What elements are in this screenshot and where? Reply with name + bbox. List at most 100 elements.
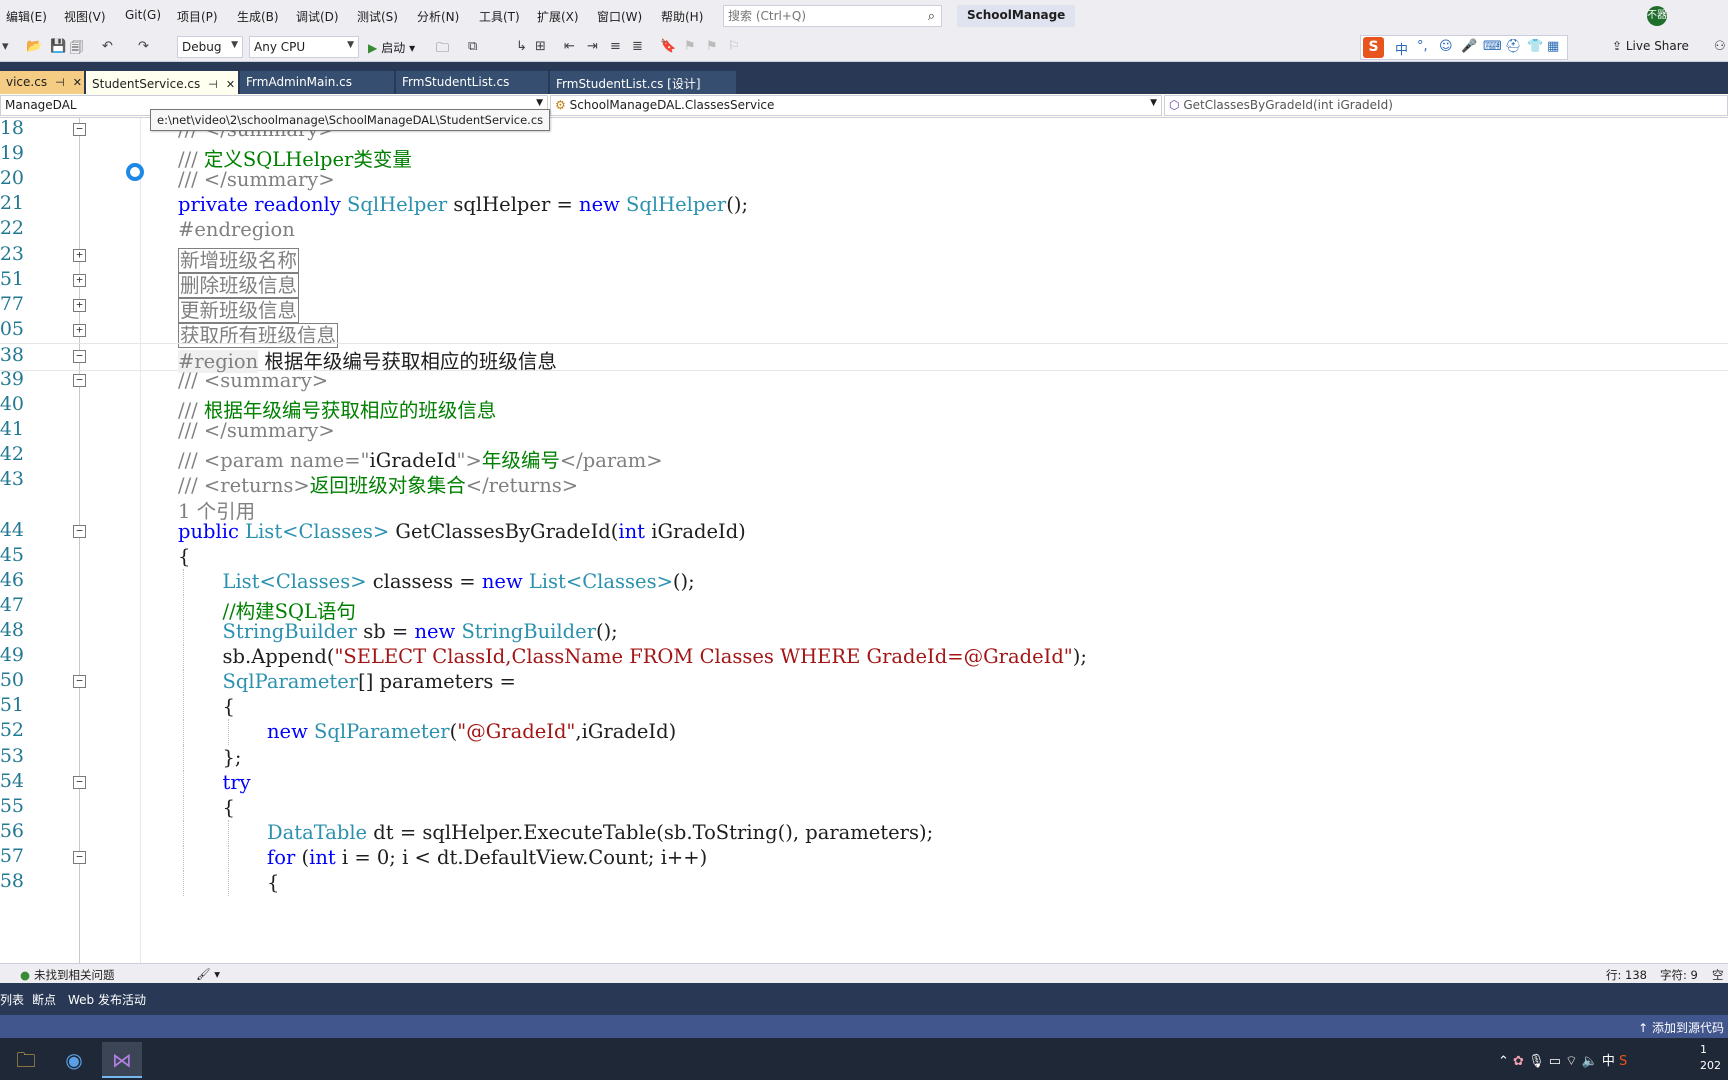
collapse-icon[interactable]: − <box>73 374 86 387</box>
feedback-icon[interactable]: ⚇ <box>1714 39 1726 54</box>
code-line[interactable]: 55 { <box>0 794 1728 823</box>
code-line[interactable]: 20 /// </summary> <box>0 167 1728 195</box>
tab-student-service[interactable]: StudentService.cs ⊣ ✕ <box>86 71 238 94</box>
solution-explorer-icon[interactable]: ⊞ <box>535 39 546 54</box>
volume-icon[interactable]: 🔈 <box>1582 1054 1598 1069</box>
visual-studio-icon[interactable]: ⋈ <box>102 1042 142 1078</box>
sogou-logo-icon[interactable]: S <box>1363 37 1384 58</box>
ime-menu-icon[interactable]: ▦ <box>1547 39 1559 54</box>
add-to-source-control-button[interactable]: ↑ 添加到源代码 <box>1638 1019 1724 1036</box>
ime-skin-icon[interactable]: 👕 <box>1527 39 1543 54</box>
code-line[interactable]: 56 DataTable dt = sqlHelper.ExecuteTable(… <box>0 819 1728 848</box>
screenshot-icon[interactable]: ⧉ <box>468 39 477 54</box>
code-line[interactable]: 43/// <returns>返回班级对象集合</returns> <box>0 468 1728 497</box>
pin-icon[interactable]: ⊣ <box>208 78 218 91</box>
save-icon[interactable]: 💾 <box>50 39 66 54</box>
ime-emoji-icon[interactable]: ☺ <box>1439 39 1453 54</box>
undo-icon[interactable]: ↶ <box>102 39 113 54</box>
bookmark-icon[interactable]: 🔖 <box>660 39 676 54</box>
ime-punct-icon[interactable]: °, <box>1417 39 1428 54</box>
clear-bookmarks-icon[interactable]: ⚐ <box>728 39 740 54</box>
configuration-select[interactable]: Debug ▼ <box>177 36 243 58</box>
wifi-icon[interactable]: ⌔ <box>1565 1054 1577 1069</box>
code-line[interactable]: 39 − /// <summary> <box>0 368 1728 396</box>
menu-window[interactable]: 窗口(W) <box>597 8 642 25</box>
collapse-icon[interactable]: − <box>73 675 86 689</box>
code-line[interactable]: 57 − for (int i = 0; i < dt.DefaultView.Co… <box>0 844 1728 873</box>
close-icon[interactable]: ✕ <box>73 76 82 89</box>
collapse-icon[interactable]: − <box>73 123 86 136</box>
menu-help[interactable]: 帮助(H) <box>661 8 703 25</box>
code-line[interactable]: 1 个引用 <box>0 494 1728 523</box>
code-line[interactable]: 19/// 定义SQLHelper类变量 <box>0 142 1728 171</box>
ime-voice-icon[interactable]: 🎤 <box>1461 39 1477 54</box>
code-line[interactable]: 77 + 更新班级信息 <box>0 293 1728 323</box>
menu-project[interactable]: 项目(P) <box>177 8 218 25</box>
code-line[interactable]: 41 /// </summary> <box>0 418 1728 446</box>
indent-icon[interactable]: ⇥ <box>587 39 598 54</box>
start-button[interactable]: ▶ 启动 ▾ <box>368 39 415 56</box>
code-editor[interactable]: 18−/// </summary>19/// 定义SQLHelper类变量20/… <box>0 118 1728 963</box>
code-line[interactable]: 48 StringBuilder sb = new StringBuilder()… <box>0 619 1728 647</box>
pin-icon[interactable]: ⊣ <box>55 76 65 89</box>
outdent-icon[interactable]: ⇤ <box>564 39 575 54</box>
menu-debug[interactable]: 调试(D) <box>296 8 339 25</box>
menu-view[interactable]: 视图(V) <box>64 8 106 25</box>
search-icon[interactable]: ⌕ <box>928 9 935 24</box>
tab-web-publish[interactable]: Web 发布活动 <box>68 991 146 1008</box>
menu-tools[interactable]: 工具(T) <box>479 8 520 25</box>
code-line[interactable]: 22 #endregion <box>0 217 1728 245</box>
expand-icon[interactable]: + <box>73 298 86 312</box>
tab-error-list[interactable]: 列表 <box>0 991 24 1008</box>
microphone-icon[interactable]: 🎙 <box>1528 1054 1545 1069</box>
menu-test[interactable]: 测试(S) <box>357 8 398 25</box>
show-hidden-icons-icon[interactable]: ⌃ <box>1498 1054 1509 1069</box>
ime-indicator[interactable]: 中 <box>1602 1054 1615 1069</box>
comment-icon[interactable]: ≡ <box>610 39 621 54</box>
menu-analyze[interactable]: 分析(N) <box>417 8 459 25</box>
code-line[interactable]: 38− #region 根据年级编号获取相应的班级信息 <box>0 342 1728 373</box>
code-line[interactable]: 44 − public List<Classes> GetClassesByGrad… <box>0 519 1728 547</box>
collapse-icon[interactable]: − <box>73 349 86 363</box>
code-line[interactable]: 42/// <param name="iGradeId">年级编号</param… <box>0 443 1728 472</box>
app-tray-icon[interactable]: ✿ <box>1513 1054 1524 1069</box>
tab-frm-student-list[interactable]: FrmStudentList.cs <box>396 71 548 94</box>
tab-classes-service[interactable]: vice.cs ⊣ ✕ <box>0 71 84 94</box>
code-line[interactable]: 52 new SqlParameter("@GradeId",iGradeId) <box>0 719 1728 747</box>
save-all-icon[interactable]: 🗐 <box>70 39 83 61</box>
brush-icon[interactable]: 🖌 ▾ <box>196 967 220 981</box>
code-line[interactable]: 51 + 删除班级信息 <box>0 268 1728 298</box>
browser-link-icon[interactable]: 🗀 <box>436 39 449 61</box>
code-line[interactable]: 50 − SqlParameter[] parameters = <box>0 669 1728 697</box>
collapse-icon[interactable]: − <box>73 524 86 538</box>
code-line[interactable]: 53}; <box>0 744 1728 773</box>
tab-frm-student-list-design[interactable]: FrmStudentList.cs [设计] <box>550 71 736 94</box>
prev-bookmark-icon[interactable]: ⚑ <box>684 39 696 54</box>
code-line[interactable]: 40/// 根据年级编号获取相应的班级信息 <box>0 393 1728 422</box>
code-line[interactable]: 45 { <box>0 544 1728 572</box>
code-line[interactable]: 05 + 获取所有班级信息 <box>0 318 1728 348</box>
code-line[interactable]: 46 List<Classes> classess = new List<Clas… <box>0 568 1728 597</box>
ime-tools-icon[interactable]: ⛑ <box>1505 39 1522 54</box>
live-share-button[interactable]: ⇪ Live Share <box>1612 39 1689 53</box>
code-line[interactable]: 58 { <box>0 870 1728 898</box>
expand-icon[interactable]: + <box>73 248 86 262</box>
code-line[interactable]: 54 − try <box>0 769 1728 798</box>
uncomment-icon[interactable]: ≣ <box>632 39 643 54</box>
search-input[interactable] <box>728 8 918 24</box>
menu-git[interactable]: Git(G) <box>125 8 161 22</box>
code-line[interactable]: 47//构建SQL语句 <box>0 593 1728 623</box>
tab-frm-admin-main[interactable]: FrmAdminMain.cs <box>240 71 394 94</box>
sogou-tray-icon[interactable]: S <box>1619 1054 1627 1069</box>
menu-edit[interactable]: 编辑(E) <box>6 8 47 25</box>
collapse-icon[interactable]: − <box>73 775 86 789</box>
close-icon[interactable]: ✕ <box>226 78 235 91</box>
class-combo[interactable]: ⚙ SchoolManageDAL.ClassesService ▼ <box>550 95 1162 116</box>
code-line[interactable]: 51 { <box>0 694 1728 722</box>
file-explorer-icon[interactable]: 🗀 <box>6 1042 46 1078</box>
menu-build[interactable]: 生成(B) <box>237 8 279 25</box>
search-box[interactable]: ⌕ <box>723 5 942 27</box>
code-line[interactable]: 21 private readonly SqlHelper sqlHelper =… <box>0 192 1728 220</box>
member-combo[interactable]: ⬡ GetClassesByGradeId(int iGradeId) <box>1164 95 1728 116</box>
avatar[interactable]: 不器 <box>1647 6 1667 26</box>
